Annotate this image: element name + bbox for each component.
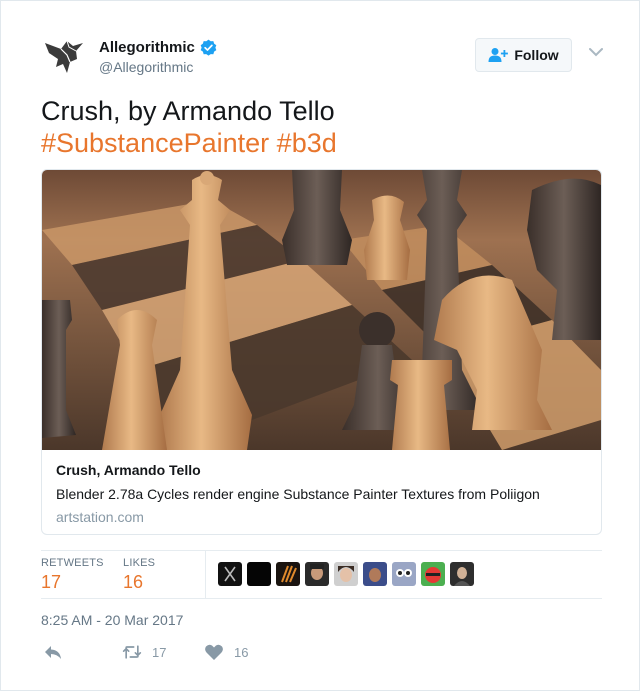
avatar[interactable]	[363, 562, 387, 586]
avatar[interactable]	[276, 562, 300, 586]
card-domain[interactable]: artstation.com	[56, 509, 589, 525]
follow-button-label: Follow	[514, 47, 559, 63]
divider	[41, 550, 602, 551]
hashtag-link[interactable]: #b3d	[277, 128, 337, 158]
account-header[interactable]: Allegorithmic @Allegorithmic	[99, 39, 217, 75]
avatar[interactable]	[392, 562, 416, 586]
liker-avatars	[218, 562, 474, 586]
hashtag-link[interactable]: #SubstancePainter	[41, 128, 269, 158]
retweet-button[interactable]: 17	[122, 643, 166, 661]
tweet-text: Crush, by Armando Tello #SubstancePainte…	[41, 95, 337, 159]
avatar[interactable]	[247, 562, 271, 586]
divider	[41, 598, 602, 599]
avatar[interactable]	[334, 562, 358, 586]
heart-icon	[205, 644, 223, 660]
timestamp[interactable]: 8:25 AM - 20 Mar 2017	[41, 612, 183, 628]
card-title[interactable]: Crush, Armando Tello	[56, 462, 589, 478]
avatar[interactable]	[218, 562, 242, 586]
add-user-icon	[488, 48, 509, 62]
bird-logo-icon[interactable]	[43, 37, 85, 75]
verified-badge-icon	[200, 39, 217, 56]
avatar[interactable]	[305, 562, 329, 586]
tweet-card: Allegorithmic @Allegorithmic Follow Crus…	[0, 0, 640, 691]
retweets-stat[interactable]: RETWEETS 17	[41, 557, 104, 593]
retweets-count[interactable]: 17	[41, 572, 104, 593]
card-description: Blender 2.78a Cycles render engine Subst…	[56, 486, 540, 502]
avatar[interactable]	[421, 562, 445, 586]
likes-count[interactable]: 16	[123, 572, 155, 593]
likes-label: LIKES	[123, 557, 156, 569]
like-count: 16	[234, 644, 249, 660]
card-image[interactable]	[42, 170, 601, 450]
follow-button[interactable]: Follow	[475, 38, 572, 72]
like-button[interactable]: 16	[204, 643, 248, 661]
display-name[interactable]: Allegorithmic	[99, 39, 195, 56]
chevron-down-icon[interactable]	[589, 47, 603, 57]
reply-icon	[45, 646, 61, 659]
reply-button[interactable]	[43, 643, 63, 661]
likes-stat[interactable]: LIKES 16	[123, 557, 155, 593]
avatar[interactable]	[450, 562, 474, 586]
retweet-icon	[122, 645, 142, 659]
link-card[interactable]: Crush, Armando Tello Blender 2.78a Cycle…	[41, 169, 602, 535]
divider	[205, 551, 206, 599]
retweet-count: 17	[152, 644, 167, 660]
screen-name[interactable]: @Allegorithmic	[99, 59, 217, 75]
retweets-label: RETWEETS	[41, 557, 104, 569]
tweet-text-line: Crush, by Armando Tello	[41, 96, 335, 126]
